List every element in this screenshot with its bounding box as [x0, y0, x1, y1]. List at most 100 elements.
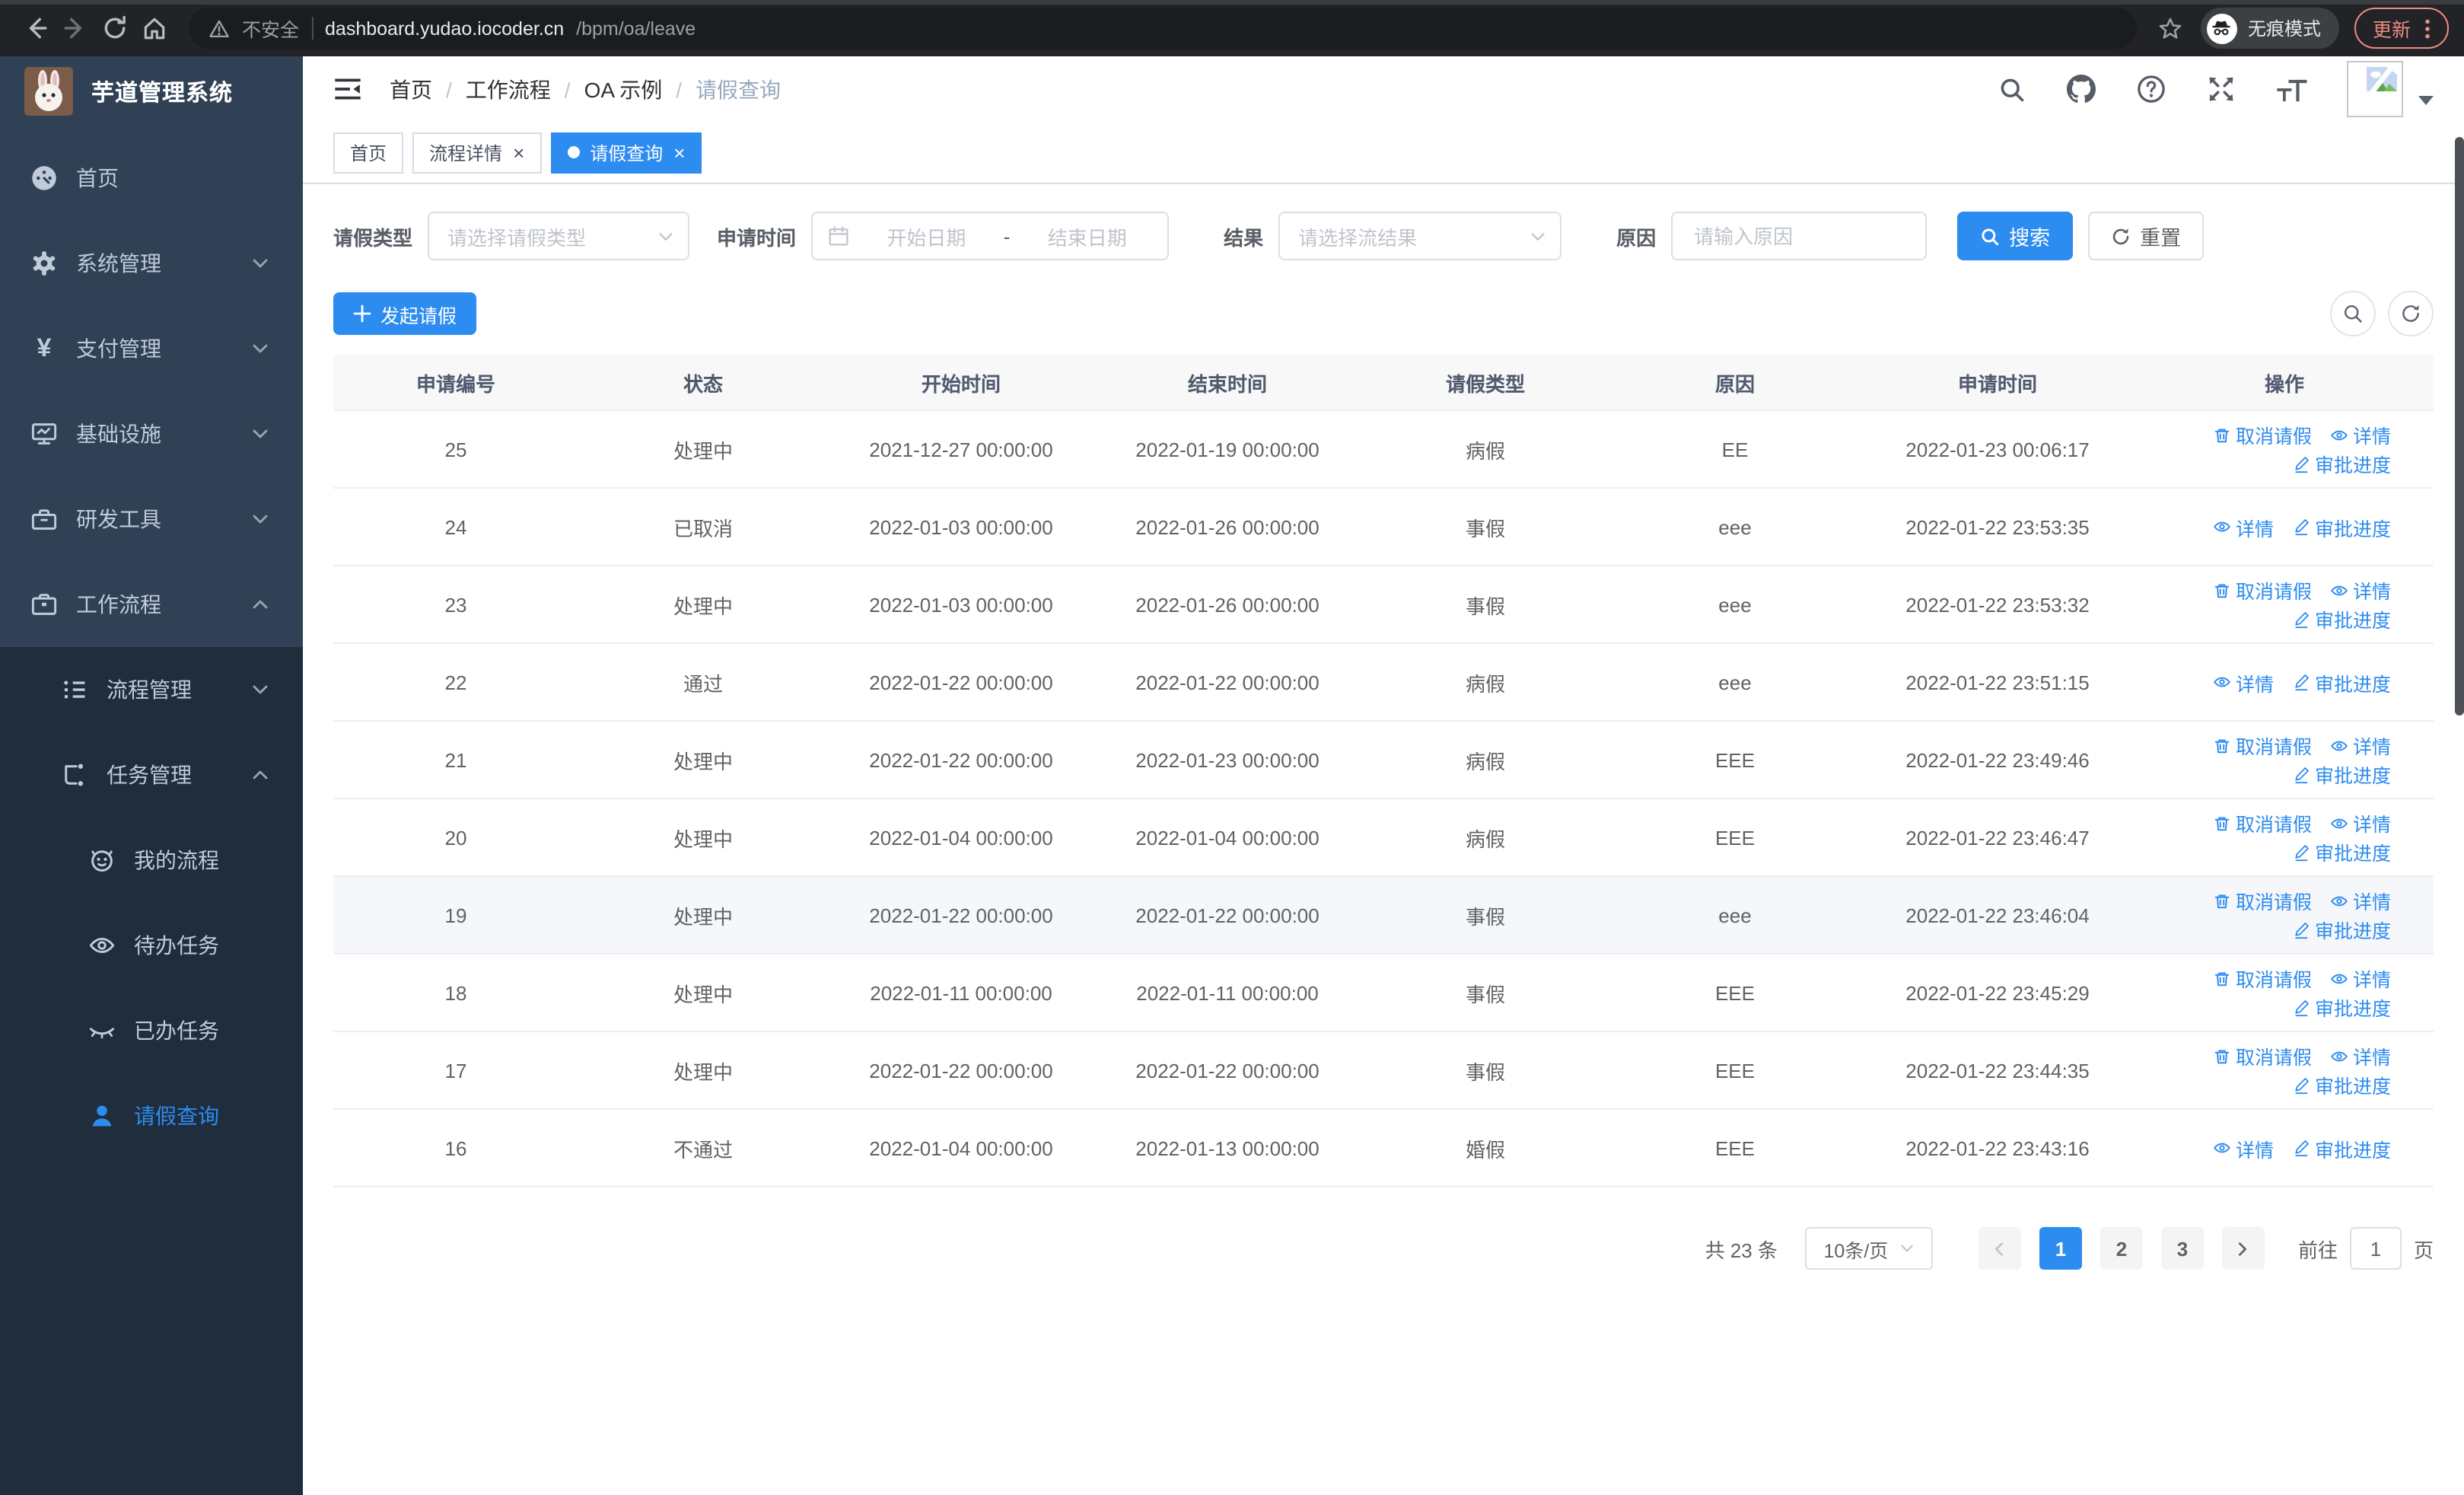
sidebar-item-task-management[interactable]: 任务管理 — [0, 732, 303, 818]
sidebar-item-workflow[interactable]: 工作流程 — [0, 562, 303, 647]
browser-reload-icon[interactable] — [94, 8, 134, 48]
cancel-leave-link[interactable]: 取消请假 — [2213, 420, 2312, 449]
logo-row: 芋道管理系统 — [0, 56, 303, 126]
user-menu-caret-icon[interactable] — [2418, 95, 2434, 104]
cell-status: 不通过 — [578, 1109, 828, 1187]
detail-link[interactable]: 详情 — [2330, 420, 2391, 449]
security-warning-icon[interactable] — [209, 18, 230, 39]
detail-link[interactable]: 详情 — [2330, 964, 2391, 993]
approval-progress-link[interactable]: 审批进度 — [2292, 604, 2391, 633]
page-scrollbar[interactable] — [2455, 137, 2464, 716]
table-search-toggle-icon[interactable] — [2330, 291, 2376, 336]
approval-progress-link[interactable]: 审批进度 — [2292, 512, 2391, 541]
browser-forward-icon[interactable] — [55, 8, 94, 48]
help-icon[interactable] — [2137, 75, 2166, 104]
cancel-leave-link[interactable]: 取消请假 — [2213, 808, 2312, 837]
approval-progress-link[interactable]: 审批进度 — [2292, 915, 2391, 944]
approval-progress-link[interactable]: 审批进度 — [2292, 449, 2391, 478]
page-button-2[interactable]: 2 — [2099, 1227, 2143, 1270]
goto-page-input[interactable] — [2349, 1227, 2402, 1270]
result-select[interactable]: 请选择流结果 — [1278, 212, 1562, 260]
sidebar-item-home[interactable]: 首页 — [0, 135, 303, 221]
cancel-leave-link[interactable]: 取消请假 — [2213, 575, 2312, 604]
leave-type-label: 请假类型 — [333, 226, 413, 249]
cancel-leave-link[interactable]: 取消请假 — [2213, 731, 2312, 760]
address-bar[interactable]: 不安全 dashboard.yudao.iocoder.cn/bpm/oa/le… — [189, 8, 2137, 49]
approval-progress-link[interactable]: 审批进度 — [2292, 668, 2391, 696]
browser-menu-icon[interactable] — [2424, 18, 2431, 39]
sidebar-collapse-icon[interactable] — [333, 75, 362, 104]
sidebar-item-system[interactable]: 系统管理 — [0, 221, 303, 306]
leave-type-select[interactable]: 请选择请假类型 — [428, 212, 690, 260]
detail-link[interactable]: 详情 — [2213, 512, 2274, 541]
table-refresh-icon[interactable] — [2388, 291, 2434, 336]
approval-progress-link[interactable]: 审批进度 — [2292, 760, 2391, 789]
detail-link[interactable]: 详情 — [2330, 886, 2391, 915]
detail-link[interactable]: 详情 — [2213, 1133, 2274, 1162]
search-button[interactable]: 搜索 — [1957, 212, 2074, 260]
approval-progress-link[interactable]: 审批进度 — [2292, 993, 2391, 1022]
detail-link[interactable]: 详情 — [2330, 731, 2391, 760]
page-content: 请假类型 请选择请假类型 申请时间 开始日期 - 结束日期 结果 请选择流结果 … — [303, 184, 2464, 1495]
apply-time-range-picker[interactable]: 开始日期 - 结束日期 — [811, 212, 1170, 260]
cancel-leave-link[interactable]: 取消请假 — [2213, 1041, 2312, 1070]
tab-home[interactable]: 首页 — [333, 132, 404, 173]
sidebar-item-payment[interactable]: ¥ 支付管理 — [0, 306, 303, 391]
sidebar-item-dev-tools[interactable]: 研发工具 — [0, 477, 303, 562]
start-date-placeholder[interactable]: 开始日期 — [861, 222, 992, 250]
cell-leave-type: 事假 — [1361, 876, 1610, 955]
github-icon[interactable] — [2067, 75, 2096, 104]
page-button-1[interactable]: 1 — [2039, 1227, 2082, 1270]
result-placeholder: 请选择流结果 — [1298, 226, 1418, 249]
detail-link[interactable]: 详情 — [2330, 575, 2391, 604]
browser-back-icon[interactable] — [15, 8, 55, 48]
cancel-leave-link[interactable]: 取消请假 — [2213, 886, 2312, 915]
prev-page-icon[interactable] — [1978, 1227, 2021, 1270]
cell-apply-id: 22 — [333, 643, 578, 722]
detail-link[interactable]: 详情 — [2330, 808, 2391, 837]
detail-link[interactable]: 详情 — [2330, 1041, 2391, 1070]
sidebar-item-todo-tasks[interactable]: 待办任务 — [0, 903, 303, 988]
cell-end-time: 2022-01-22 00:00:00 — [1094, 643, 1361, 722]
cell-end-time: 2022-01-13 00:00:00 — [1094, 1109, 1361, 1187]
cell-leave-type: 事假 — [1361, 954, 1610, 1032]
fullscreen-icon[interactable] — [2207, 75, 2236, 104]
toolbox-icon — [30, 505, 58, 533]
cancel-leave-link[interactable]: 取消请假 — [2213, 964, 2312, 993]
avatar[interactable] — [2347, 61, 2403, 117]
bookmark-star-icon[interactable] — [2158, 16, 2182, 40]
approval-progress-link-label: 审批进度 — [2314, 766, 2391, 787]
col-start-time: 开始时间 — [828, 355, 1094, 411]
reset-button[interactable]: 重置 — [2088, 212, 2205, 260]
tab-process-detail[interactable]: 流程详情 × — [412, 132, 542, 173]
tab-leave-query[interactable]: 请假查询 × — [550, 132, 702, 173]
create-leave-button[interactable]: 发起请假 — [333, 292, 477, 335]
cell-apply-time: 2022-01-22 23:44:35 — [1860, 1031, 2135, 1110]
end-date-placeholder[interactable]: 结束日期 — [1022, 222, 1152, 250]
breadcrumb-item[interactable]: 首页 — [390, 74, 432, 104]
detail-link-label: 详情 — [2235, 518, 2274, 540]
sidebar-item-process-management[interactable]: 流程管理 — [0, 647, 303, 732]
sidebar-item-leave-query[interactable]: 请假查询 — [0, 1073, 303, 1159]
tab-close-icon[interactable]: × — [673, 142, 685, 162]
tab-close-icon[interactable]: × — [513, 142, 524, 162]
approval-progress-link[interactable]: 审批进度 — [2292, 837, 2391, 866]
sidebar-item-done-tasks[interactable]: 已办任务 — [0, 988, 303, 1073]
sidebar-item-my-processes[interactable]: 我的流程 — [0, 818, 303, 903]
search-icon[interactable] — [1998, 75, 2026, 103]
reason-input[interactable] — [1691, 223, 1908, 249]
font-size-icon[interactable] — [2277, 75, 2310, 103]
approval-progress-link[interactable]: 审批进度 — [2292, 1070, 2391, 1099]
chevron-down-icon — [657, 228, 674, 244]
browser-update-button[interactable]: 更新 — [2354, 8, 2449, 49]
approval-progress-link[interactable]: 审批进度 — [2292, 1133, 2391, 1162]
cell-start-time: 2022-01-11 00:00:00 — [828, 954, 1094, 1032]
next-page-icon[interactable] — [2221, 1227, 2265, 1270]
detail-link[interactable]: 详情 — [2213, 668, 2274, 696]
cell-end-time: 2022-01-22 00:00:00 — [1094, 1031, 1361, 1110]
cell-leave-type: 事假 — [1361, 1031, 1610, 1110]
page-size-select[interactable]: 10条/页 — [1804, 1227, 1933, 1270]
sidebar-item-infrastructure[interactable]: 基础设施 — [0, 391, 303, 477]
page-button-3[interactable]: 3 — [2160, 1227, 2204, 1270]
browser-home-icon[interactable] — [134, 8, 173, 48]
